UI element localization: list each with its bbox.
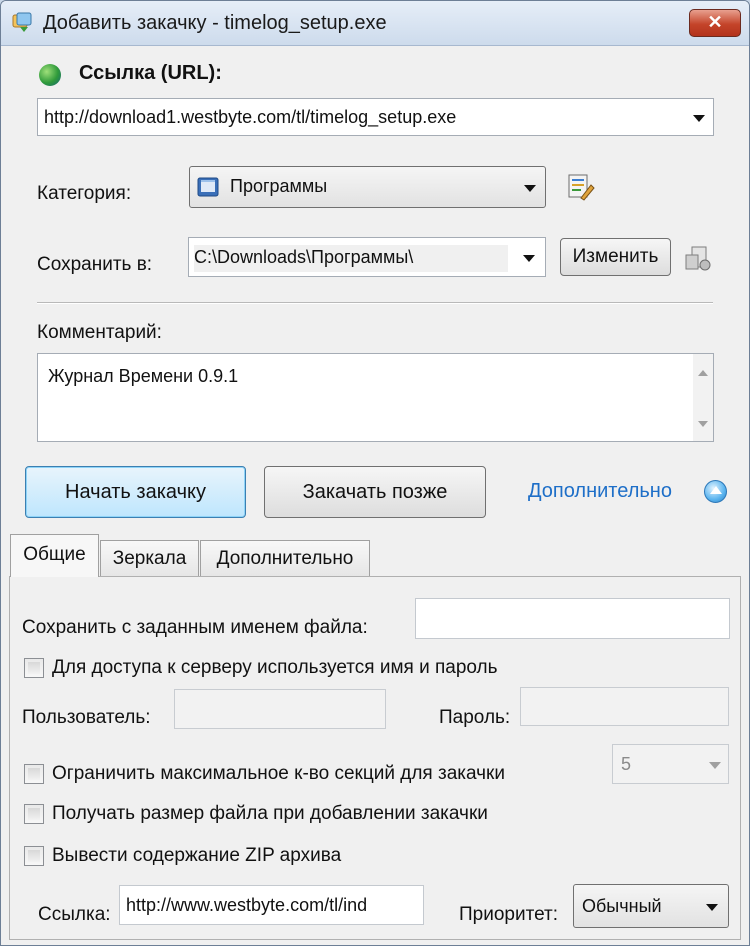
referer-label: Ссылка: bbox=[38, 904, 111, 925]
globe-icon bbox=[39, 64, 61, 86]
save-name-input[interactable] bbox=[415, 598, 730, 639]
get-size-label: Получать размер файла при добавлении зак… bbox=[52, 803, 488, 824]
category-select[interactable]: Программы bbox=[189, 166, 546, 208]
comment-value: Журнал Времени 0.9.1 bbox=[48, 366, 239, 386]
chevron-down-icon[interactable] bbox=[706, 904, 718, 911]
url-value: http://download1.westbyte.com/tl/timelog… bbox=[44, 107, 457, 127]
category-value: Программы bbox=[230, 176, 328, 196]
chevron-down-icon[interactable] bbox=[693, 115, 705, 122]
auth-checkbox[interactable] bbox=[24, 658, 44, 678]
programs-folder-icon bbox=[197, 177, 219, 197]
user-label: Пользователь: bbox=[22, 707, 151, 728]
priority-value: Обычный bbox=[582, 896, 662, 916]
comment-textarea[interactable]: Журнал Времени 0.9.1 bbox=[37, 353, 714, 442]
edit-category-icon[interactable] bbox=[567, 173, 595, 201]
folder-settings-icon[interactable] bbox=[684, 245, 714, 273]
comment-scrollbar[interactable] bbox=[693, 354, 713, 441]
title-bar[interactable]: Добавить закачку - timelog_setup.exe ✕ bbox=[1, 1, 749, 46]
tab-mirrors[interactable]: Зеркала bbox=[100, 540, 199, 576]
start-download-button[interactable]: Начать закачку bbox=[25, 466, 246, 518]
download-later-button[interactable]: Закачать позже bbox=[264, 466, 486, 518]
close-button[interactable]: ✕ bbox=[689, 9, 741, 37]
limit-sections-label: Ограничить максимальное к-во секций для … bbox=[52, 763, 505, 784]
priority-select[interactable]: Обычный bbox=[573, 884, 729, 928]
get-size-checkbox[interactable] bbox=[24, 804, 44, 824]
more-options-link[interactable]: Дополнительно bbox=[528, 480, 672, 503]
save-to-label: Сохранить в: bbox=[37, 254, 153, 275]
chevron-down-icon[interactable] bbox=[523, 255, 535, 262]
auth-checkbox-label: Для доступа к серверу используется имя и… bbox=[52, 657, 498, 678]
url-combobox[interactable]: http://download1.westbyte.com/tl/timelog… bbox=[37, 98, 714, 136]
window-title: Добавить закачку - timelog_setup.exe bbox=[43, 12, 387, 34]
sections-select[interactable]: 5 bbox=[612, 744, 729, 784]
priority-label: Приоритет: bbox=[459, 904, 558, 925]
scroll-up-icon[interactable] bbox=[698, 370, 708, 376]
change-folder-button[interactable]: Изменить bbox=[560, 238, 671, 276]
comment-label: Комментарий: bbox=[37, 322, 162, 343]
tab-general[interactable]: Общие bbox=[10, 534, 99, 577]
save-to-combobox[interactable]: C:\Downloads\Программы\ bbox=[188, 237, 546, 277]
separator bbox=[37, 302, 713, 304]
limit-sections-checkbox[interactable] bbox=[24, 764, 44, 784]
scroll-down-icon[interactable] bbox=[698, 421, 708, 427]
referer-value: http://www.westbyte.com/tl/ind bbox=[126, 895, 368, 915]
collapse-up-icon[interactable] bbox=[704, 480, 727, 503]
user-input[interactable] bbox=[174, 689, 386, 729]
referer-input[interactable]: http://www.westbyte.com/tl/ind bbox=[119, 885, 424, 925]
zip-label: Вывести содержание ZIP архива bbox=[52, 845, 342, 866]
add-download-dialog: Добавить закачку - timelog_setup.exe ✕ С… bbox=[0, 0, 750, 946]
chevron-down-icon[interactable] bbox=[524, 185, 536, 192]
tab-advanced[interactable]: Дополнительно bbox=[200, 540, 370, 576]
password-label: Пароль: bbox=[439, 707, 511, 728]
password-input[interactable] bbox=[520, 687, 729, 726]
zip-checkbox[interactable] bbox=[24, 846, 44, 866]
download-app-icon bbox=[12, 12, 32, 32]
save-to-value: C:\Downloads\Программы\ bbox=[194, 245, 508, 272]
url-label: Ссылка (URL): bbox=[79, 62, 222, 84]
sections-value: 5 bbox=[621, 754, 632, 774]
category-label: Категория: bbox=[37, 183, 132, 204]
save-name-label: Сохранить с заданным именем файла: bbox=[22, 617, 368, 638]
chevron-down-icon[interactable] bbox=[709, 762, 721, 769]
